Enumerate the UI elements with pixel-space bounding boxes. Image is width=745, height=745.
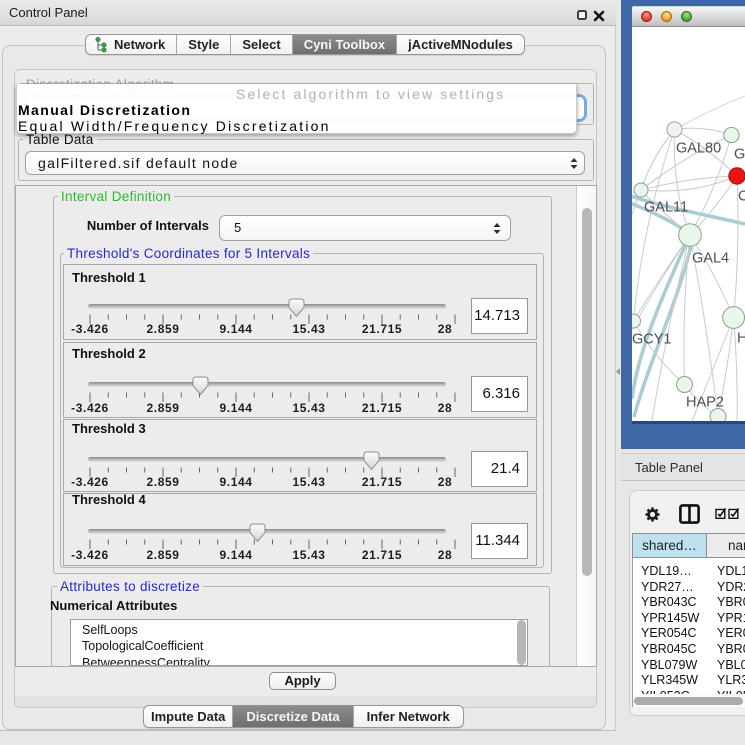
- svg-text:C: C: [738, 189, 745, 205]
- svg-text:H: H: [737, 331, 745, 347]
- svg-text:GCY1: GCY1: [632, 332, 672, 348]
- svg-text:GAL4: GAL4: [692, 251, 729, 267]
- svg-text:GAL80: GAL80: [676, 141, 721, 157]
- svg-text:HAP2: HAP2: [686, 395, 724, 411]
- svg-text:GAL11: GAL11: [644, 200, 688, 216]
- svg-text:GA: GA: [734, 147, 745, 163]
